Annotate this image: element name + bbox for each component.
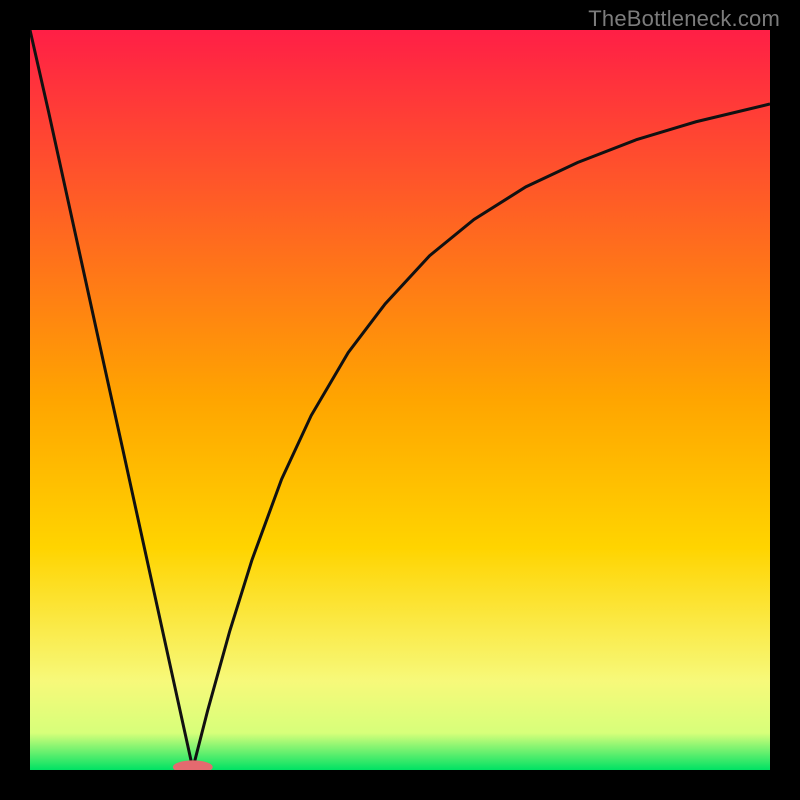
chart-frame: TheBottleneck.com [0, 0, 800, 800]
bottleneck-chart [30, 30, 770, 770]
plot-area [30, 30, 770, 770]
gradient-background [30, 30, 770, 770]
watermark-text: TheBottleneck.com [588, 6, 780, 32]
